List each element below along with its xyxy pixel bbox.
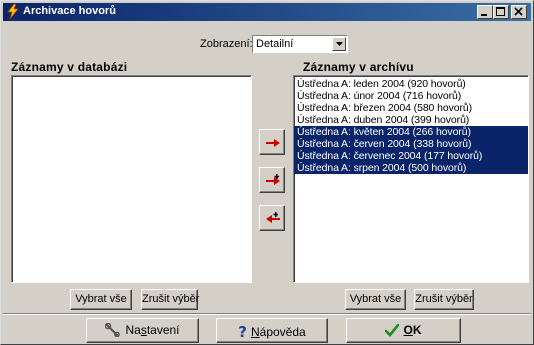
view-select[interactable]: Detailní <box>252 35 348 53</box>
archive-records-list[interactable]: Ústředna A: leden 2004 (920 hovorů) Ústře… <box>293 75 529 283</box>
help-button[interactable]: ? Nápověda <box>216 318 328 343</box>
settings-button[interactable]: Nastavení <box>86 318 199 343</box>
archive-calls-dialog: Archivace hovorů Zobrazení: Detailní Záz… <box>0 0 534 345</box>
database-clear-selection-button[interactable]: Zrušit výběr <box>141 289 200 310</box>
footer-separator <box>3 313 531 315</box>
archive-select-all-button[interactable]: Vybrat vše <box>345 289 406 310</box>
archive-list-item[interactable]: Ústředna A: leden 2004 (920 hovorů) <box>294 78 528 90</box>
archive-list-item[interactable]: Ústředna A: červenec 2004 (177 hovorů) <box>294 150 528 162</box>
chevron-down-icon <box>336 42 343 46</box>
app-lightning-icon <box>7 3 21 20</box>
question-mark-icon: ? <box>238 323 247 341</box>
minimize-icon <box>481 14 487 16</box>
ok-label: OK <box>403 323 422 337</box>
move-back-button[interactable] <box>259 205 285 231</box>
checkmark-icon <box>385 323 400 337</box>
clear-selection-label: Zrušit výběr <box>415 293 473 305</box>
close-icon <box>514 7 523 16</box>
archive-list-item[interactable]: Ústředna A: červen 2004 (338 hovorů) <box>294 138 528 150</box>
move-selected-button[interactable] <box>259 129 285 155</box>
wrench-icon <box>105 323 121 337</box>
archive-list-item[interactable]: Ústředna A: duben 2004 (399 hovorů) <box>294 114 528 126</box>
minimize-button[interactable] <box>477 5 493 19</box>
window-title: Archivace hovorů <box>23 5 116 17</box>
select-all-label: Vybrat vše <box>349 293 402 305</box>
ok-button[interactable]: OK <box>346 318 461 343</box>
arrow-left-plus-icon <box>266 212 280 223</box>
arrow-right-icon <box>266 139 280 147</box>
archive-list-item[interactable]: Ústředna A: květen 2004 (266 hovorů) <box>294 126 528 138</box>
close-button[interactable] <box>511 5 527 19</box>
maximize-button[interactable] <box>493 5 509 19</box>
move-all-button[interactable] <box>259 167 285 193</box>
archive-list-item[interactable]: Ústředna A: únor 2004 (716 hovorů) <box>294 90 528 102</box>
maximize-icon <box>496 7 505 16</box>
archive-list-item[interactable]: Ústředna A: srpen 2004 (500 hovorů) <box>294 162 528 174</box>
archive-clear-selection-button[interactable]: Zrušit výběr <box>414 289 474 310</box>
database-records-heading: Záznamy v databázi <box>11 60 128 74</box>
settings-label: Nastavení <box>125 323 180 337</box>
archive-records-heading: Záznamy v archívu <box>303 60 414 74</box>
clear-selection-label: Zrušit výběr <box>142 293 200 305</box>
database-records-list[interactable] <box>11 75 252 283</box>
arrow-right-plus-icon <box>266 174 280 185</box>
view-select-value: Detailní <box>256 38 294 50</box>
title-bar[interactable]: Archivace hovorů <box>3 3 531 21</box>
archive-list-item[interactable]: Ústředna A: březen 2004 (580 hovorů) <box>294 102 528 114</box>
select-all-label: Vybrat vše <box>75 293 127 305</box>
view-label: Zobrazení: <box>200 38 253 50</box>
database-select-all-button[interactable]: Vybrat vše <box>70 289 132 310</box>
help-label: Nápověda <box>250 325 306 339</box>
view-select-dropdown-button[interactable] <box>332 37 346 51</box>
